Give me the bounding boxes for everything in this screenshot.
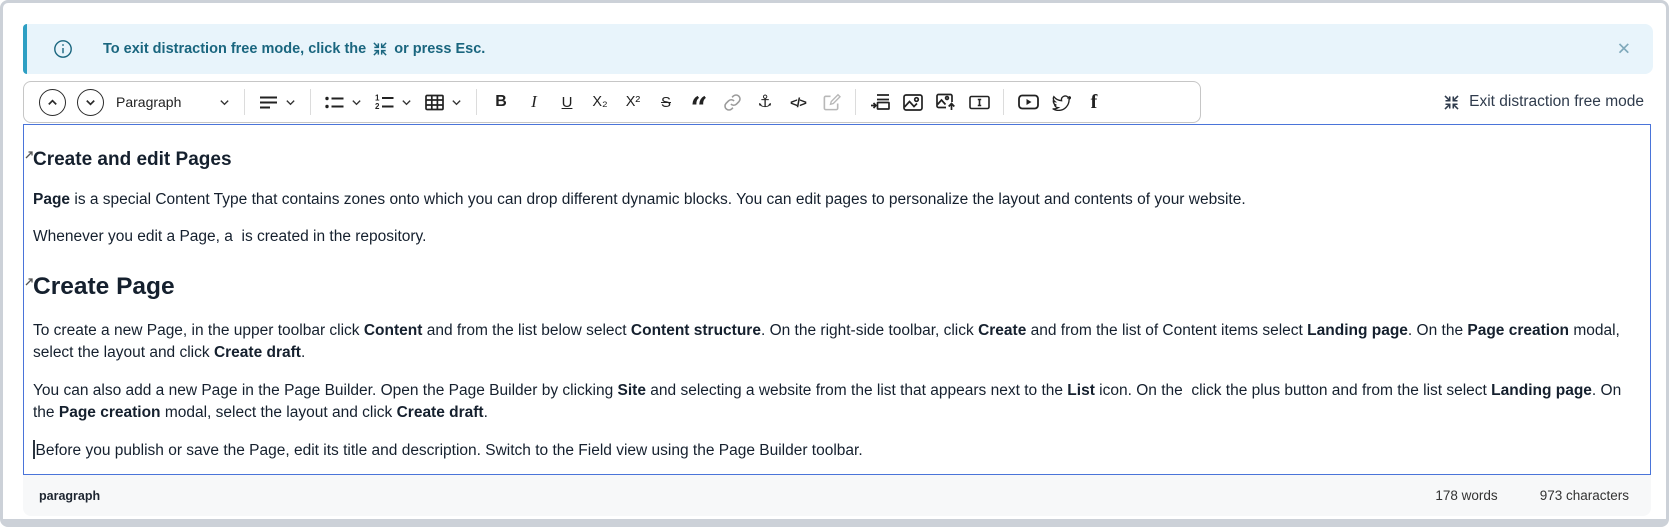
chevron-down-icon [219, 97, 230, 108]
blockquote-button[interactable]: “ [683, 92, 715, 126]
banner-close-icon[interactable]: ✕ [1617, 41, 1631, 58]
twitter-icon [1051, 94, 1071, 111]
editor-content-area[interactable]: Create and edit Pages Page is a special … [23, 124, 1651, 475]
superscript-button[interactable]: X² [617, 85, 649, 119]
block-marker-icon [25, 151, 33, 159]
document-stats: 178 words 973 characters [1435, 488, 1629, 503]
toolbar-separator [855, 89, 856, 115]
exit-distraction-free-label: Exit distraction free mode [1469, 93, 1644, 111]
youtube-button[interactable] [1012, 85, 1044, 119]
paragraph: Page is a special Content Type that cont… [33, 189, 1630, 211]
insert-content-block-button[interactable] [864, 85, 896, 119]
link-button[interactable] [716, 85, 748, 119]
chevron-down-icon [451, 97, 462, 108]
facebook-button[interactable]: f [1078, 85, 1110, 119]
text-cursor [33, 440, 35, 459]
toolbar-separator [476, 89, 477, 115]
heading-text: Create Page [33, 273, 175, 300]
source-editing-button[interactable] [815, 85, 847, 119]
banner-text-before: To exit distraction free mode, click the [103, 41, 366, 57]
svg-text:2: 2 [375, 102, 380, 110]
paragraph-text: Before you publish or save the Page, edi… [36, 442, 863, 459]
info-icon [53, 39, 73, 59]
word-count: 178 words [1435, 488, 1497, 503]
youtube-icon [1018, 94, 1039, 110]
edit-pencil-icon [822, 93, 841, 112]
document-heading-create-and-edit-pages: Create and edit Pages [33, 146, 1630, 174]
chevron-down-icon [401, 97, 412, 108]
upload-image-button[interactable] [930, 85, 962, 119]
paragraph-style-dropdown[interactable]: Paragraph [110, 94, 236, 110]
compress-icon [372, 41, 388, 57]
move-down-button[interactable] [77, 89, 104, 116]
chevron-up-icon [46, 96, 59, 109]
paragraph: To create a new Page, in the upper toolb… [33, 320, 1630, 365]
chevron-down-icon [285, 97, 296, 108]
distraction-free-banner: To exit distraction free mode, click the… [23, 24, 1653, 74]
underline-button[interactable]: U [551, 85, 583, 119]
toolbar-separator [310, 89, 311, 115]
twitter-button[interactable] [1045, 85, 1077, 119]
bold-button[interactable]: B [485, 85, 517, 119]
paragraph: You can also add a new Page in the Page … [33, 380, 1630, 425]
chevron-down-icon [84, 96, 97, 109]
numbered-list-dropdown[interactable]: 12 [369, 94, 418, 110]
image-icon [903, 94, 923, 111]
heading-text: Create and edit Pages [33, 149, 232, 170]
paragraph: Before you publish or save the Page, edi… [33, 440, 1630, 462]
text-field-icon [969, 95, 990, 110]
insert-image-button[interactable] [897, 85, 929, 119]
table-dropdown[interactable] [419, 94, 468, 111]
editor-toolbar: Paragraph 12 B I U X₂ X² S “ [23, 81, 1201, 123]
block-marker-icon [25, 278, 33, 286]
paragraph-style-label: Paragraph [116, 94, 212, 110]
banner-text-after: or press Esc. [394, 41, 485, 57]
anchor-button[interactable]: ⚓ [749, 85, 781, 119]
italic-button[interactable]: I [518, 85, 550, 119]
editor-window: To exit distraction free mode, click the… [0, 0, 1669, 527]
current-block-type: paragraph [39, 489, 100, 503]
chevron-down-icon [351, 97, 362, 108]
numbered-list-icon: 12 [375, 94, 394, 110]
bulleted-list-icon [325, 95, 344, 110]
code-button[interactable]: </> [782, 85, 814, 119]
toolbar-separator [1003, 89, 1004, 115]
insert-block-icon [870, 93, 890, 111]
bulleted-list-dropdown[interactable] [319, 95, 368, 110]
editor-status-bar: paragraph 178 words 973 characters [23, 475, 1651, 516]
paragraph: Whenever you edit a Page, a is created i… [33, 226, 1630, 248]
text-field-button[interactable] [963, 85, 995, 119]
character-count: 973 characters [1540, 488, 1629, 503]
document-heading-create-page: Create Page [33, 269, 1630, 305]
link-icon [723, 93, 742, 112]
table-icon [425, 94, 444, 111]
strikethrough-button[interactable]: S [650, 85, 682, 119]
compress-icon [1443, 94, 1460, 111]
image-upload-icon [936, 93, 956, 111]
banner-message: To exit distraction free mode, click the… [103, 41, 485, 57]
subscript-button[interactable]: X₂ [584, 85, 616, 119]
align-left-icon [259, 95, 278, 110]
exit-distraction-free-button[interactable]: Exit distraction free mode [1443, 81, 1644, 123]
text-alignment-dropdown[interactable] [253, 95, 302, 110]
toolbar-separator [244, 89, 245, 115]
move-up-button[interactable] [39, 89, 66, 116]
